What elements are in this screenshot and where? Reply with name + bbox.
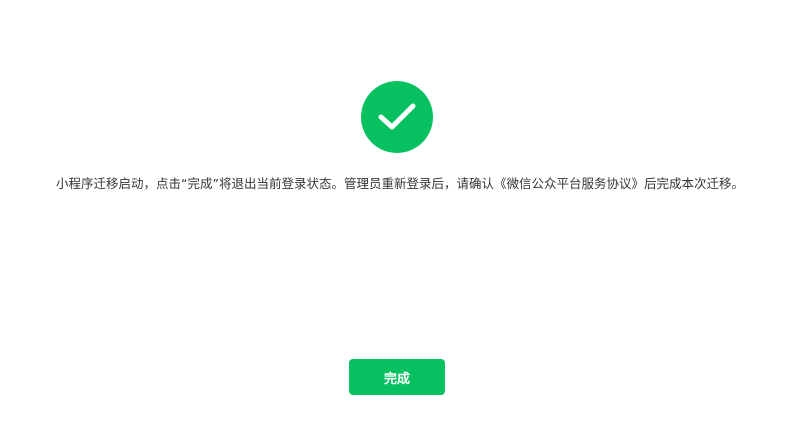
migration-message: 小程序迁移启动，点击“完成”将退出当前登录状态。管理员重新登录后，请确认《微信公…	[56, 176, 744, 191]
check-mark-icon	[378, 103, 416, 130]
check-circle-icon	[361, 81, 433, 153]
done-button[interactable]: 完成	[349, 359, 445, 395]
migration-result-page: 小程序迁移启动，点击“完成”将退出当前登录状态。管理员重新登录后，请确认《微信公…	[0, 0, 800, 428]
